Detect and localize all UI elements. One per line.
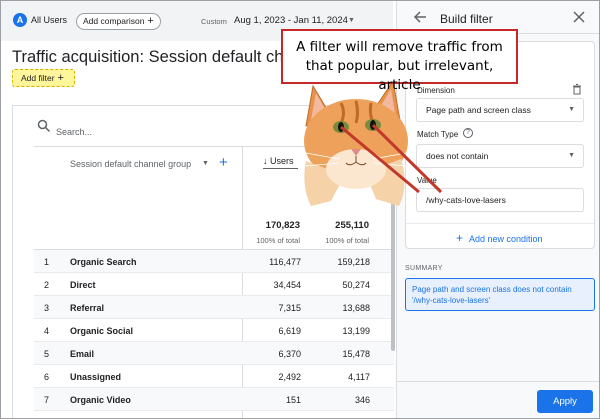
plus-icon: + xyxy=(147,15,154,27)
row-users: 2,492 xyxy=(278,372,301,382)
row-users: 6,619 xyxy=(278,326,301,336)
row-channel: Email xyxy=(70,349,95,359)
table-row[interactable]: 4 Organic Social 6,619 13,199 xyxy=(34,319,394,342)
summary-box: Page path and screen class does not cont… xyxy=(405,278,595,311)
value-label: Value xyxy=(417,176,437,185)
plus-icon: + xyxy=(57,72,64,84)
trash-icon[interactable] xyxy=(572,84,582,95)
users-column-header[interactable]: ↓ Users xyxy=(263,156,294,166)
close-icon[interactable] xyxy=(573,11,585,23)
add-condition-label: Add new condition xyxy=(469,234,543,244)
search-input[interactable]: Search... xyxy=(56,127,92,137)
row-sessions: 159,218 xyxy=(337,257,370,267)
row-index: 6 xyxy=(44,372,50,382)
add-condition-button[interactable]: + Add new condition xyxy=(456,231,543,245)
row-sessions: 15,478 xyxy=(342,349,370,359)
match-type-select-value: does not contain xyxy=(426,151,489,161)
plus-icon: + xyxy=(456,231,464,245)
table-row[interactable]: 2 Direct 34,454 50,274 xyxy=(34,273,394,296)
search-icon xyxy=(37,119,51,133)
row-channel: Organic Search xyxy=(70,257,137,267)
chevron-down-icon: ▼ xyxy=(568,106,575,113)
row-sessions: 13,688 xyxy=(342,303,370,313)
row-channel: Organic Social xyxy=(70,326,134,336)
callout-line1: A filter will remove traffic from xyxy=(296,39,503,55)
row-channel: Unassigned xyxy=(70,372,122,382)
row-index: 5 xyxy=(44,349,50,359)
total-sessions: 255,110 xyxy=(335,220,369,231)
row-users: 151 xyxy=(285,395,301,405)
users-header-label: Users xyxy=(270,156,294,166)
table-row[interactable]: 5 Email 6,370 15,478 xyxy=(34,342,394,365)
row-sessions: 346 xyxy=(354,395,370,405)
add-filter-button[interactable]: Add filter + xyxy=(12,69,75,87)
chevron-down-icon[interactable]: ▼ xyxy=(202,160,209,167)
add-filter-label: Add filter xyxy=(21,73,55,83)
table-row[interactable]: 3 Referral 7,315 13,688 xyxy=(34,296,394,319)
value-input[interactable]: /why-cats-love-lasers xyxy=(416,188,584,212)
dimension-select-value: Page path and screen class xyxy=(426,105,531,115)
divider xyxy=(34,146,394,147)
row-users: 34,454 xyxy=(273,280,301,290)
report-table-card: Search... Session default channel group … xyxy=(12,105,394,418)
row-users: 6,370 xyxy=(278,349,301,359)
total-users: 170,823 xyxy=(265,220,300,231)
row-index: 4 xyxy=(44,326,50,336)
row-channel: Referral xyxy=(70,303,105,313)
date-range-picker[interactable]: Aug 1, 2023 - Jan 11, 2024 xyxy=(234,15,348,26)
divider xyxy=(406,223,594,224)
row-sessions: 50,274 xyxy=(342,280,370,290)
chevron-down-icon[interactable]: ▼ xyxy=(348,17,355,24)
add-comparison-label: Add comparison xyxy=(83,16,145,26)
table-row[interactable]: 1 Organic Search 116,477 159,218 xyxy=(34,250,394,273)
row-users: 7,315 xyxy=(278,303,301,313)
row-channel: Organic Video xyxy=(70,395,131,405)
row-index: 3 xyxy=(44,303,50,313)
sort-arrow-icon: ↓ xyxy=(263,156,271,166)
segment-label[interactable]: All Users xyxy=(31,15,67,25)
apply-button[interactable]: Apply xyxy=(537,390,593,413)
divider xyxy=(397,381,599,382)
total-users-pct: 100% of total xyxy=(256,236,300,245)
total-sessions-pct: 100% of total xyxy=(325,236,369,245)
back-arrow-icon[interactable] xyxy=(413,10,427,24)
table-row[interactable]: 7 Organic Video 151 346 xyxy=(34,388,394,411)
segment-badge[interactable]: A xyxy=(13,13,27,27)
chevron-down-icon: ▼ xyxy=(568,152,575,159)
summary-label: SUMMARY xyxy=(405,265,443,272)
custom-label: Custom xyxy=(201,17,227,26)
add-dimension-icon[interactable]: + xyxy=(219,154,228,171)
row-index: 1 xyxy=(44,257,50,267)
dimension-select[interactable]: Page path and screen class ▼ xyxy=(416,98,584,122)
row-index: 2 xyxy=(44,280,50,290)
page-title: Traffic acquisition: Session default cha… xyxy=(12,48,324,66)
row-sessions: 4,117 xyxy=(348,372,370,382)
app-frame: A All Users Add comparison + Custom Aug 1… xyxy=(0,0,600,419)
match-type-label: Match Type xyxy=(417,130,459,139)
callout-line2: that popular, but irrelevant, article xyxy=(305,58,494,93)
column-underline xyxy=(263,168,298,169)
row-sessions: 13,199 xyxy=(342,326,370,336)
row-channel: Direct xyxy=(70,280,96,290)
row-index: 7 xyxy=(44,395,50,405)
help-icon[interactable]: ? xyxy=(463,128,473,138)
row-users: 116,477 xyxy=(269,257,301,267)
add-comparison-button[interactable]: Add comparison + xyxy=(76,13,161,30)
table-row[interactable]: 6 Unassigned 2,492 4,117 xyxy=(34,365,394,388)
annotation-callout: A filter will remove traffic from that p… xyxy=(281,29,518,93)
dimension-column-header[interactable]: Session default channel group xyxy=(70,159,191,169)
match-type-select[interactable]: does not contain ▼ xyxy=(416,144,584,168)
panel-title: Build filter xyxy=(440,12,493,26)
